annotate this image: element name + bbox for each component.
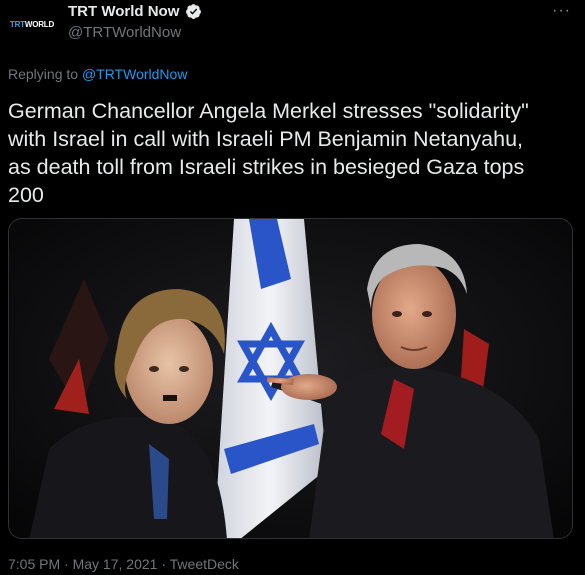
separator: · [60,556,73,572]
tweet-text: German Chancellor Angela Merkel stresses… [8,99,529,207]
handle[interactable]: @TRTWorldNow [68,24,181,41]
verified-badge-icon [185,3,202,20]
name-row: TRT World Now [68,3,202,20]
trt-world-logo: TRTWORLD [9,19,55,29]
photo-illustration [9,219,572,538]
replying-prefix: Replying to [8,66,79,82]
replying-handle-link[interactable]: @TRTWorldNow [82,66,188,82]
replying-to: Replying to @TRTWorldNow [8,66,187,82]
more-options-icon[interactable]: ··· [552,2,571,20]
tweet-header: TRTWORLD TRT World Now @TRTWorldNow ··· [0,0,585,60]
display-name[interactable]: TRT World Now [68,3,179,20]
tweet-date[interactable]: May 17, 2021 [73,556,158,572]
separator: · [157,556,170,572]
tweet-source[interactable]: TweetDeck [170,556,239,572]
avatar[interactable]: TRTWORLD [7,3,57,45]
tweet-photo[interactable] [8,218,573,539]
tweet-time[interactable]: 7:05 PM [8,556,60,572]
tweet-meta: 7:05 PM · May 17, 2021 · TweetDeck [8,556,239,572]
